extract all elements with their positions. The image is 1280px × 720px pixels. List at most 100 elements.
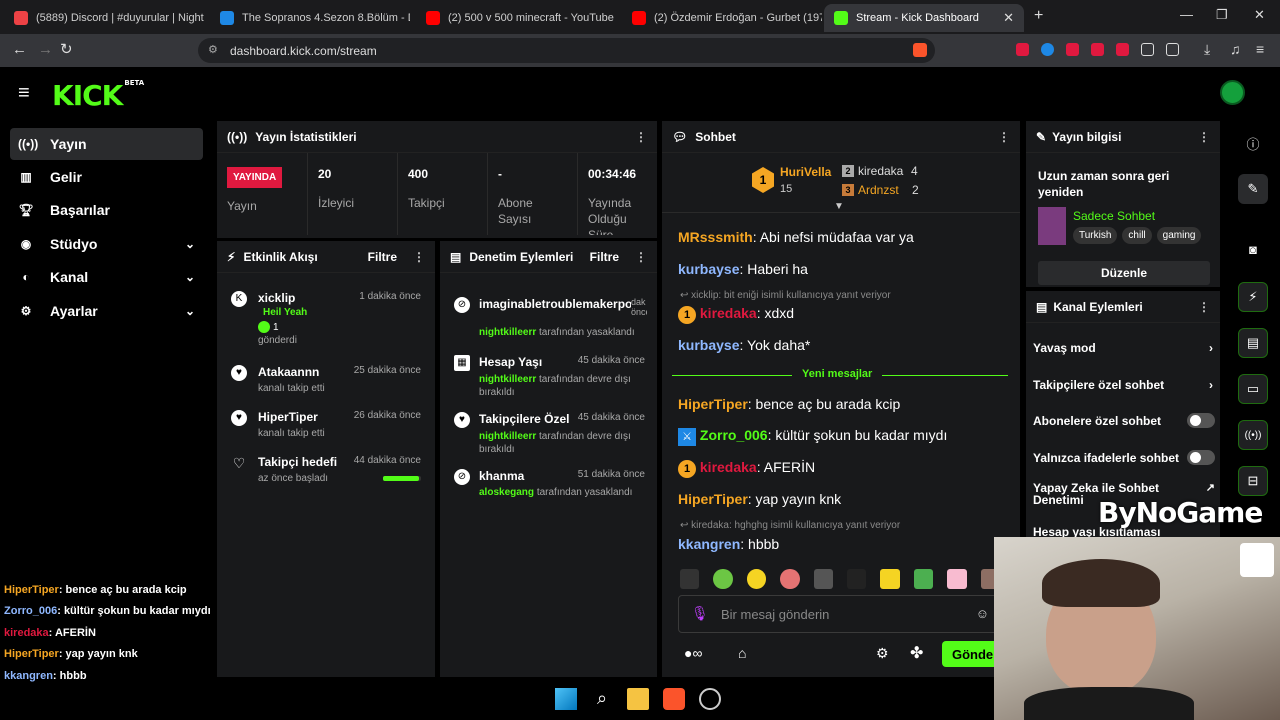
- category-link[interactable]: Sadece Sohbet: [1073, 209, 1155, 223]
- more-icon[interactable]: ⋮: [998, 130, 1010, 144]
- browser-tab[interactable]: (2) 500 v 500 minecraft - YouTube: [416, 4, 616, 32]
- menu-icon[interactable]: ≡: [1256, 41, 1264, 57]
- store-icon[interactable]: ⌂: [738, 645, 746, 661]
- broadcast-icon[interactable]: ((•)): [1238, 420, 1268, 450]
- sidebar-item-gelir[interactable]: ▥ Gelir: [10, 161, 203, 193]
- maximize-icon[interactable]: ❐: [1216, 7, 1228, 23]
- sidebar-item-yayin[interactable]: ((•)) Yayın: [10, 128, 203, 160]
- forward-icon[interactable]: →: [38, 41, 53, 58]
- youtube-icon: [632, 11, 646, 25]
- emote-icon[interactable]: [680, 569, 700, 589]
- search-icon[interactable]: ⌕: [591, 688, 613, 710]
- ublock-icon[interactable]: [1016, 43, 1029, 56]
- address-input[interactable]: ⚙ dashboard.kick.com/stream: [198, 38, 935, 63]
- document-icon[interactable]: ▤: [1238, 328, 1268, 358]
- file-explorer-icon[interactable]: [627, 688, 649, 710]
- sidebar-item-kanal[interactable]: ◐ Kanal ⌄: [10, 261, 203, 293]
- subs-only-toggle[interactable]: [1187, 413, 1215, 428]
- more-icon[interactable]: ⋮: [413, 250, 425, 264]
- trophy-icon: 🏆︎: [18, 203, 34, 217]
- filter-button[interactable]: Filtre: [590, 250, 619, 264]
- site-info-icon[interactable]: ⚙: [208, 43, 218, 56]
- brave-shield-icon[interactable]: [913, 43, 927, 57]
- followers-only-item[interactable]: Takipçilere özel sohbet ›: [1033, 378, 1213, 392]
- followers-stat: 400 Takipçi: [397, 153, 485, 235]
- emote-icon[interactable]: [847, 569, 867, 589]
- camera-icon[interactable]: ◙: [1238, 234, 1268, 264]
- panel-header: ((•)) Yayın İstatistikleri ⋮: [217, 121, 657, 153]
- kick-points-icon[interactable]: ●∞: [684, 645, 702, 661]
- rank-3-badge: 3: [842, 184, 854, 196]
- sidebar-item-basarilar[interactable]: 🏆︎ Başarılar: [10, 194, 203, 226]
- sidebar-item-studyo[interactable]: ◉ Stüdyo ⌄: [10, 228, 203, 260]
- browser-tab-active[interactable]: Stream - Kick Dashboard ✕: [824, 4, 1024, 32]
- moderation-icon[interactable]: ⊟: [1238, 466, 1268, 496]
- emote-only-toggle[interactable]: [1187, 450, 1215, 465]
- emote-icon[interactable]: [713, 569, 733, 589]
- puzzle-icon[interactable]: [1141, 43, 1154, 56]
- tag[interactable]: Turkish: [1073, 227, 1118, 244]
- close-tab-icon[interactable]: ✕: [1003, 10, 1014, 26]
- edit-button[interactable]: Düzenle: [1038, 261, 1210, 285]
- youtube-ext-icon[interactable]: [1066, 43, 1079, 56]
- more-icon[interactable]: ⋮: [1198, 300, 1210, 314]
- chat-icon[interactable]: ▭: [1238, 374, 1268, 404]
- kick-coin-icon: K: [231, 291, 247, 307]
- close-window-icon[interactable]: ✕: [1254, 7, 1265, 23]
- extension-icon[interactable]: [1091, 43, 1104, 56]
- back-icon[interactable]: ←: [12, 41, 27, 58]
- browser-tab-bar: (5889) Discord | #duyurular | Night E Th…: [0, 0, 1280, 34]
- more-icon[interactable]: ⋮: [635, 250, 647, 264]
- download-icon[interactable]: ⤓: [1204, 41, 1210, 58]
- chat-input[interactable]: 🎙︎ Bir mesaj gönderin ☺: [678, 595, 998, 633]
- emote-icon[interactable]: [813, 569, 834, 589]
- emote-icon[interactable]: [880, 569, 900, 589]
- mic-icon[interactable]: 🎙︎: [691, 605, 709, 622]
- emote-bar: [680, 569, 1001, 591]
- avatar[interactable]: [1220, 80, 1245, 105]
- reload-icon[interactable]: ↻: [60, 40, 73, 58]
- browser-tab[interactable]: The Sopranos 4.Sezon 8.Bölüm - Dizi: [210, 4, 410, 32]
- slow-mode-item[interactable]: Yavaş mod ›: [1033, 341, 1213, 355]
- tag[interactable]: chill: [1122, 227, 1152, 244]
- emote-icon[interactable]: [780, 569, 800, 589]
- minimize-icon[interactable]: —: [1180, 7, 1193, 22]
- browser-tab[interactable]: (5889) Discord | #duyurular | Night E: [4, 4, 204, 32]
- emoji-icon[interactable]: ☺: [976, 606, 989, 621]
- emote-icon[interactable]: [913, 569, 934, 589]
- extension-icon[interactable]: [1116, 43, 1129, 56]
- lightning-icon[interactable]: ⚡︎: [1238, 282, 1268, 312]
- document-icon: ▤: [450, 249, 462, 264]
- windows-start-icon[interactable]: [555, 688, 577, 710]
- collapse-icon[interactable]: ▼: [834, 201, 844, 212]
- new-tab-icon[interactable]: +: [1034, 7, 1043, 25]
- sidebar-item-ayarlar[interactable]: ⚙ Ayarlar ⌄: [10, 295, 203, 327]
- puzzle-icon[interactable]: ✤: [910, 643, 923, 663]
- tag[interactable]: gaming: [1156, 227, 1202, 244]
- activity-item: K xicklip 1 dakika önce Heil Yeah 1 gönd…: [217, 291, 435, 361]
- extensions-bar: [1016, 43, 1179, 56]
- media-icon[interactable]: ♫: [1230, 41, 1241, 57]
- more-icon[interactable]: ⋮: [1198, 130, 1210, 144]
- chat-message: HiperTiper: yap yayın knk: [678, 491, 842, 507]
- sidebar: ((•)) Yayın ▥ Gelir 🏆︎ Başarılar ◉ Stüdyo ⌄ ◐…: [0, 119, 213, 569]
- extension-icon[interactable]: [1041, 43, 1054, 56]
- kick-header: ≡ KICK BETA: [0, 67, 1280, 119]
- emote-icon[interactable]: [947, 569, 967, 589]
- emote-icon[interactable]: [746, 569, 767, 589]
- sword-badge-icon: ⚔: [678, 428, 696, 446]
- moderation-item: ▦ Hesap Yaşı 45 dakika önce nightkilleer…: [440, 355, 657, 399]
- sidebar-icon[interactable]: [1166, 43, 1179, 56]
- browser-tab[interactable]: (2) Özdemir Erdoğan - Gurbet (1972): [622, 4, 822, 32]
- info-icon[interactable]: ⓘ: [1238, 128, 1268, 158]
- overlay-chat-line: HiperTiper: bence aç bu arada kcip: [4, 584, 187, 596]
- pencil-icon[interactable]: ✎: [1238, 174, 1268, 204]
- channel-icon: ◐: [22, 270, 30, 284]
- brave-icon[interactable]: [663, 688, 685, 710]
- hamburger-icon[interactable]: ≡: [18, 82, 30, 105]
- filter-button[interactable]: Filtre: [368, 250, 397, 264]
- kick-logo[interactable]: KICK BETA: [52, 79, 144, 112]
- app-icon[interactable]: [699, 688, 721, 710]
- settings-icon[interactable]: ⚙: [876, 645, 889, 662]
- more-icon[interactable]: ⋮: [635, 130, 647, 144]
